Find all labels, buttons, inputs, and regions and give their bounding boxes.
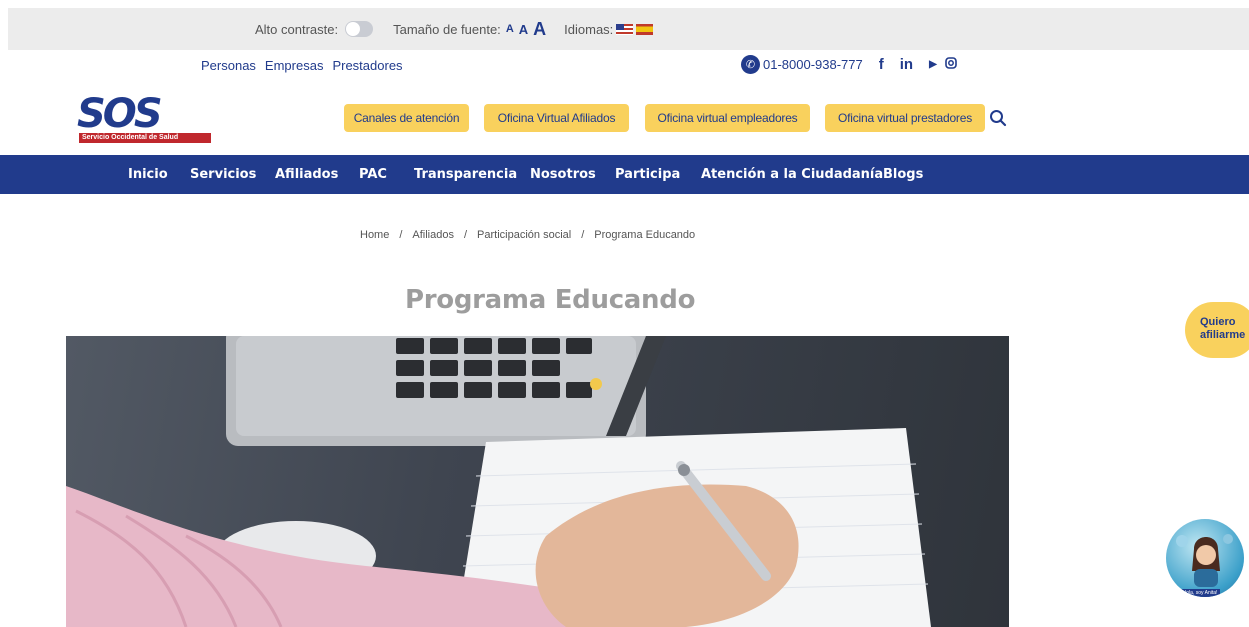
breadcrumb-separator: / [399,229,403,241]
nav-item-afiliados[interactable]: Afiliados [275,155,338,194]
accessibility-bar: Alto contraste: Tamaño de fuente: A A A … [8,8,1249,50]
cta-line2: afiliarme [1200,329,1246,341]
linkedin-icon[interactable]: in [900,56,913,73]
nav-item-servicios[interactable]: Servicios [190,155,256,194]
page-title: Programa Educando [405,285,696,315]
nav-item-nosotros[interactable]: Nosotros [530,155,596,194]
breadcrumb-home[interactable]: Home [360,229,389,241]
quiero-afiliarme-button[interactable]: Quiero afiliarme [1185,302,1249,358]
logo-tagline: Servicio Occidental de Salud [79,133,211,143]
search-icon[interactable] [989,109,1009,129]
toggle-knob [346,22,361,36]
oficina-prestadores-button[interactable]: Oficina virtual prestadores [825,104,985,132]
canales-atencion-button[interactable]: Canales de atención [344,104,469,132]
contrast-label: Alto contraste: [255,21,339,37]
font-size-label: Tamaño de fuente: [393,21,501,37]
breadcrumb-separator: / [463,229,468,241]
secnav-link-prestadores[interactable]: Prestadores [332,58,402,73]
phone-number[interactable]: 01-8000-938-777 [763,57,863,72]
contrast-toggle[interactable] [345,21,374,37]
logo-letters: SOS [77,91,163,137]
oficina-afiliados-button[interactable]: Oficina Virtual Afiliados [484,104,629,132]
assistant-avatar-illustration [1176,534,1233,587]
nav-item-atencion-ciudadania[interactable]: Atención a la Ciudadanía [701,155,883,194]
hero-image [66,336,1009,627]
breadcrumb: Home / Afiliados / Participación social … [360,229,695,241]
spanish-flag-icon[interactable] [636,23,654,35]
secnav-link-personas[interactable]: Personas [201,58,256,73]
sos-logo[interactable]: SOS Servicio Occidental de Salud [77,91,213,144]
main-nav: Inicio Servicios Afiliados PAC Transpare… [0,155,1249,194]
assistant-caption: ¡Hola, soy Anita! [1178,589,1221,597]
facebook-icon[interactable]: f [879,56,884,73]
instagram-icon[interactable] [944,56,957,73]
font-size-medium-button[interactable]: A [519,22,528,37]
hero-illustration [66,336,931,627]
font-size-large-button[interactable]: A [533,19,546,40]
breadcrumb-afiliados[interactable]: Afiliados [412,229,454,241]
breadcrumb-current: Programa Educando [594,229,696,241]
breadcrumb-separator: / [581,229,585,241]
secondary-nav: Personas Empresas Prestadores ✆ 01-8000-… [0,50,1249,82]
site-header: SOS Servicio Occidental de Salud Canales… [0,82,1249,154]
secnav-link-empresas[interactable]: Empresas [265,58,324,73]
oficina-empleadores-button[interactable]: Oficina virtual empleadores [645,104,810,132]
nav-item-transparencia[interactable]: Transparencia [414,155,517,194]
cta-line1: Quiero [1200,316,1236,328]
breadcrumb-participacion-social[interactable]: Participación social [477,229,571,241]
phone-icon: ✆ [741,55,760,74]
english-flag-icon[interactable] [616,23,634,35]
nav-item-blogs[interactable]: Blogs [883,155,923,194]
nav-item-inicio[interactable]: Inicio [128,155,168,194]
font-size-small-button[interactable]: A [506,23,514,35]
youtube-icon[interactable]: ▶ [929,59,937,70]
nav-item-participa[interactable]: Participa [615,155,680,194]
assistant-avatar-icon[interactable]: ¡Hola, soy Anita! [1166,519,1244,597]
languages-label: Idiomas: [564,21,614,37]
nav-item-pac[interactable]: PAC [359,155,387,194]
